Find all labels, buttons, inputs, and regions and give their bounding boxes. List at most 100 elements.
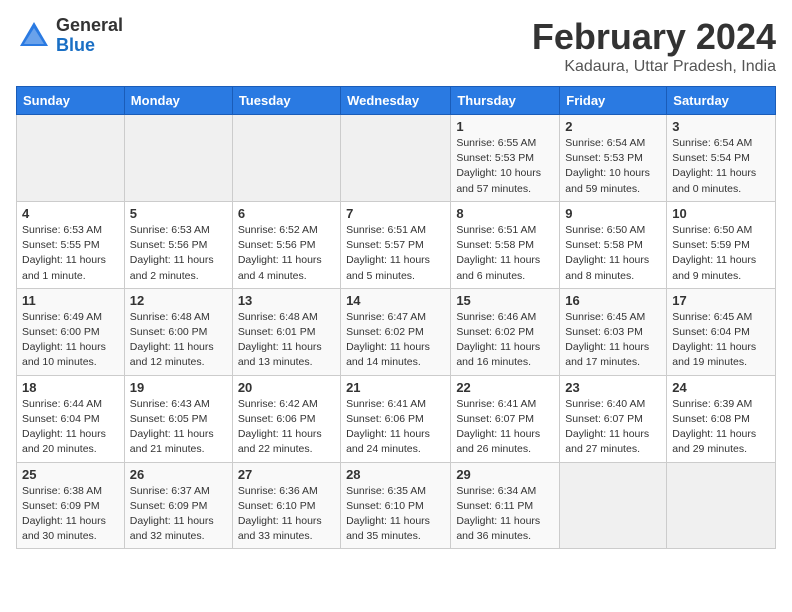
calendar-cell: 1Sunrise: 6:55 AM Sunset: 5:53 PM Daylig… (451, 115, 560, 202)
day-number: 17 (672, 293, 770, 308)
calendar-cell: 10 Sunrise: 6:50 AM Sunset: 5:59 PM Dayli… (667, 201, 776, 288)
calendar-week-row: 4 Sunrise: 6:53 AM Sunset: 5:55 PM Daylig… (17, 201, 776, 288)
calendar-cell (560, 462, 667, 549)
calendar-cell (341, 115, 451, 202)
calendar-cell: 27 Sunrise: 6:36 AM Sunset: 6:10 PM Dayli… (232, 462, 340, 549)
day-info: Sunrise: 6:40 AM Sunset: 6:07 PM Dayligh… (565, 397, 661, 458)
day-info: Sunrise: 6:44 AM Sunset: 6:04 PM Dayligh… (22, 397, 119, 458)
day-number: 16 (565, 293, 661, 308)
day-number: 20 (238, 380, 335, 395)
day-info: Sunrise: 6:51 AM Sunset: 5:58 PM Dayligh… (456, 223, 554, 284)
calendar-week-row: 1Sunrise: 6:55 AM Sunset: 5:53 PM Daylig… (17, 115, 776, 202)
day-info: Sunrise: 6:34 AM Sunset: 6:11 PM Dayligh… (456, 484, 554, 545)
day-number: 27 (238, 467, 335, 482)
calendar-cell: 4 Sunrise: 6:53 AM Sunset: 5:55 PM Daylig… (17, 201, 125, 288)
calendar-cell: 14Sunrise: 6:47 AM Sunset: 6:02 PM Dayli… (341, 288, 451, 375)
day-number: 9 (565, 206, 661, 221)
calendar-cell: 28 Sunrise: 6:35 AM Sunset: 6:10 PM Dayli… (341, 462, 451, 549)
day-number: 21 (346, 380, 445, 395)
day-info: Sunrise: 6:36 AM Sunset: 6:10 PM Dayligh… (238, 484, 335, 545)
calendar-cell: 24Sunrise: 6:39 AM Sunset: 6:08 PM Dayli… (667, 375, 776, 462)
day-number: 15 (456, 293, 554, 308)
day-info: Sunrise: 6:48 AM Sunset: 6:01 PM Dayligh… (238, 310, 335, 371)
header-day: Sunday (17, 87, 125, 115)
calendar-cell: 18 Sunrise: 6:44 AM Sunset: 6:04 PM Dayli… (17, 375, 125, 462)
day-info: Sunrise: 6:50 AM Sunset: 5:59 PM Dayligh… (672, 223, 770, 284)
calendar-cell (667, 462, 776, 549)
calendar-cell: 17 Sunrise: 6:45 AM Sunset: 6:04 PM Dayli… (667, 288, 776, 375)
day-info: Sunrise: 6:54 AM Sunset: 5:53 PM Dayligh… (565, 136, 661, 197)
day-info: Sunrise: 6:42 AM Sunset: 6:06 PM Dayligh… (238, 397, 335, 458)
calendar-week-row: 11 Sunrise: 6:49 AM Sunset: 6:00 PM Dayli… (17, 288, 776, 375)
day-info: Sunrise: 6:53 AM Sunset: 5:55 PM Dayligh… (22, 223, 119, 284)
calendar-cell (17, 115, 125, 202)
header-day: Monday (124, 87, 232, 115)
calendar-cell: 25Sunrise: 6:38 AM Sunset: 6:09 PM Dayli… (17, 462, 125, 549)
logo-blue: Blue (56, 36, 123, 56)
day-info: Sunrise: 6:49 AM Sunset: 6:00 PM Dayligh… (22, 310, 119, 371)
day-info: Sunrise: 6:51 AM Sunset: 5:57 PM Dayligh… (346, 223, 445, 284)
calendar-cell (124, 115, 232, 202)
calendar-table: SundayMondayTuesdayWednesdayThursdayFrid… (16, 86, 776, 549)
calendar-cell: 13 Sunrise: 6:48 AM Sunset: 6:01 PM Dayli… (232, 288, 340, 375)
calendar-cell: 5 Sunrise: 6:53 AM Sunset: 5:56 PM Daylig… (124, 201, 232, 288)
day-info: Sunrise: 6:48 AM Sunset: 6:00 PM Dayligh… (130, 310, 227, 371)
day-number: 13 (238, 293, 335, 308)
day-number: 22 (456, 380, 554, 395)
header-day: Friday (560, 87, 667, 115)
calendar-cell: 21 Sunrise: 6:41 AM Sunset: 6:06 PM Dayli… (341, 375, 451, 462)
day-info: Sunrise: 6:45 AM Sunset: 6:04 PM Dayligh… (672, 310, 770, 371)
day-info: Sunrise: 6:46 AM Sunset: 6:02 PM Dayligh… (456, 310, 554, 371)
calendar-cell: 3 Sunrise: 6:54 AM Sunset: 5:54 PM Daylig… (667, 115, 776, 202)
logo: General Blue (16, 16, 123, 56)
calendar-cell: 9Sunrise: 6:50 AM Sunset: 5:58 PM Daylig… (560, 201, 667, 288)
day-info: Sunrise: 6:45 AM Sunset: 6:03 PM Dayligh… (565, 310, 661, 371)
day-number: 23 (565, 380, 661, 395)
day-number: 18 (22, 380, 119, 395)
day-info: Sunrise: 6:35 AM Sunset: 6:10 PM Dayligh… (346, 484, 445, 545)
logo-general: General (56, 16, 123, 36)
logo-icon (16, 18, 52, 54)
day-number: 8 (456, 206, 554, 221)
header-day: Wednesday (341, 87, 451, 115)
calendar-cell: 11 Sunrise: 6:49 AM Sunset: 6:00 PM Dayli… (17, 288, 125, 375)
month-title: February 2024 (532, 16, 776, 58)
calendar-cell: 12 Sunrise: 6:48 AM Sunset: 6:00 PM Dayli… (124, 288, 232, 375)
day-number: 1 (456, 119, 554, 134)
calendar-cell: 19Sunrise: 6:43 AM Sunset: 6:05 PM Dayli… (124, 375, 232, 462)
day-info: Sunrise: 6:52 AM Sunset: 5:56 PM Dayligh… (238, 223, 335, 284)
day-number: 26 (130, 467, 227, 482)
calendar-cell: 23 Sunrise: 6:40 AM Sunset: 6:07 PM Dayli… (560, 375, 667, 462)
calendar-week-row: 18 Sunrise: 6:44 AM Sunset: 6:04 PM Dayli… (17, 375, 776, 462)
day-number: 3 (672, 119, 770, 134)
calendar-week-row: 25Sunrise: 6:38 AM Sunset: 6:09 PM Dayli… (17, 462, 776, 549)
day-info: Sunrise: 6:41 AM Sunset: 6:06 PM Dayligh… (346, 397, 445, 458)
calendar-cell: 15 Sunrise: 6:46 AM Sunset: 6:02 PM Dayli… (451, 288, 560, 375)
calendar-cell: 26Sunrise: 6:37 AM Sunset: 6:09 PM Dayli… (124, 462, 232, 549)
day-info: Sunrise: 6:38 AM Sunset: 6:09 PM Dayligh… (22, 484, 119, 545)
calendar-cell (232, 115, 340, 202)
day-number: 24 (672, 380, 770, 395)
day-number: 11 (22, 293, 119, 308)
day-number: 12 (130, 293, 227, 308)
day-info: Sunrise: 6:41 AM Sunset: 6:07 PM Dayligh… (456, 397, 554, 458)
day-number: 28 (346, 467, 445, 482)
day-number: 19 (130, 380, 227, 395)
calendar-cell: 29 Sunrise: 6:34 AM Sunset: 6:11 PM Dayli… (451, 462, 560, 549)
calendar-cell: 2 Sunrise: 6:54 AM Sunset: 5:53 PM Daylig… (560, 115, 667, 202)
day-number: 2 (565, 119, 661, 134)
calendar-header-row: SundayMondayTuesdayWednesdayThursdayFrid… (17, 87, 776, 115)
day-number: 29 (456, 467, 554, 482)
header-day: Tuesday (232, 87, 340, 115)
day-info: Sunrise: 6:54 AM Sunset: 5:54 PM Dayligh… (672, 136, 770, 197)
location-title: Kadaura, Uttar Pradesh, India (532, 58, 776, 76)
day-number: 7 (346, 206, 445, 221)
day-number: 10 (672, 206, 770, 221)
page-header: General Blue February 2024 Kadaura, Utta… (16, 16, 776, 76)
day-number: 6 (238, 206, 335, 221)
day-number: 14 (346, 293, 445, 308)
day-number: 4 (22, 206, 119, 221)
calendar-cell: 22 Sunrise: 6:41 AM Sunset: 6:07 PM Dayli… (451, 375, 560, 462)
day-info: Sunrise: 6:53 AM Sunset: 5:56 PM Dayligh… (130, 223, 227, 284)
day-number: 5 (130, 206, 227, 221)
